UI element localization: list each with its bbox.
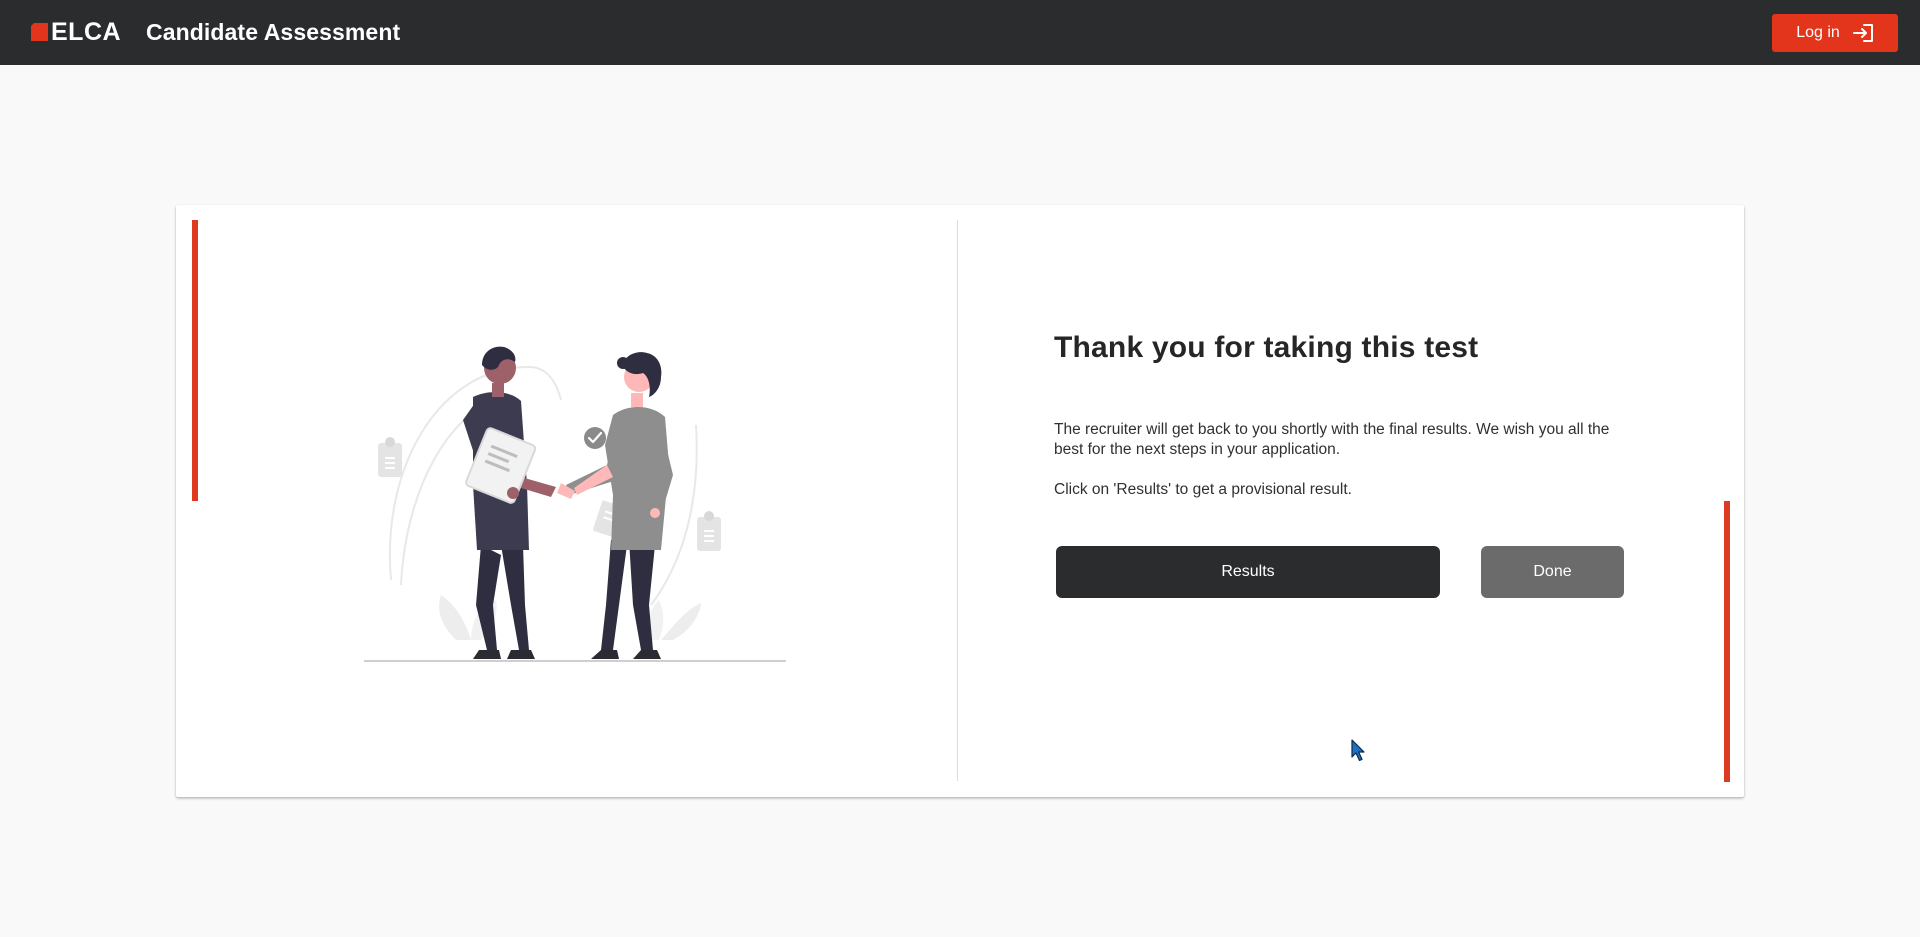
app-header: ELCA Candidate Assessment Log in: [0, 0, 1920, 65]
done-button-label: Done: [1533, 563, 1572, 580]
clipboard-right-icon: [697, 511, 721, 551]
logo-text: ELCA: [51, 18, 122, 46]
login-button-label: Log in: [1796, 24, 1840, 41]
check-badge-icon: [584, 427, 606, 449]
results-hint: Click on 'Results' to get a provisional …: [1054, 481, 1352, 498]
accent-bar-right: [1724, 501, 1730, 782]
completion-card: Thank you for taking this test The recru…: [176, 205, 1744, 797]
results-button-label: Results: [1221, 563, 1275, 580]
login-icon: [1852, 24, 1873, 42]
handshake-illustration: [364, 346, 786, 662]
page-title: Thank you for taking this test: [1054, 331, 1479, 364]
results-button[interactable]: Results: [1056, 546, 1440, 598]
mouse-cursor-icon: [1351, 739, 1365, 762]
accent-bar-left: [192, 220, 198, 501]
done-button[interactable]: Done: [1481, 546, 1624, 598]
clipboard-left-icon: [378, 437, 402, 477]
card-divider: [957, 220, 958, 781]
recruiter-message: The recruiter will get back to you short…: [1054, 421, 1610, 458]
completion-message: Thank you for taking this test The recru…: [1054, 330, 1654, 500]
app-title: Candidate Assessment: [146, 19, 401, 45]
login-button[interactable]: Log in: [1772, 14, 1898, 52]
person-left-figure: [463, 346, 556, 659]
elca-logo[interactable]: ELCA: [31, 18, 121, 46]
logo-mark-icon: [31, 23, 48, 41]
